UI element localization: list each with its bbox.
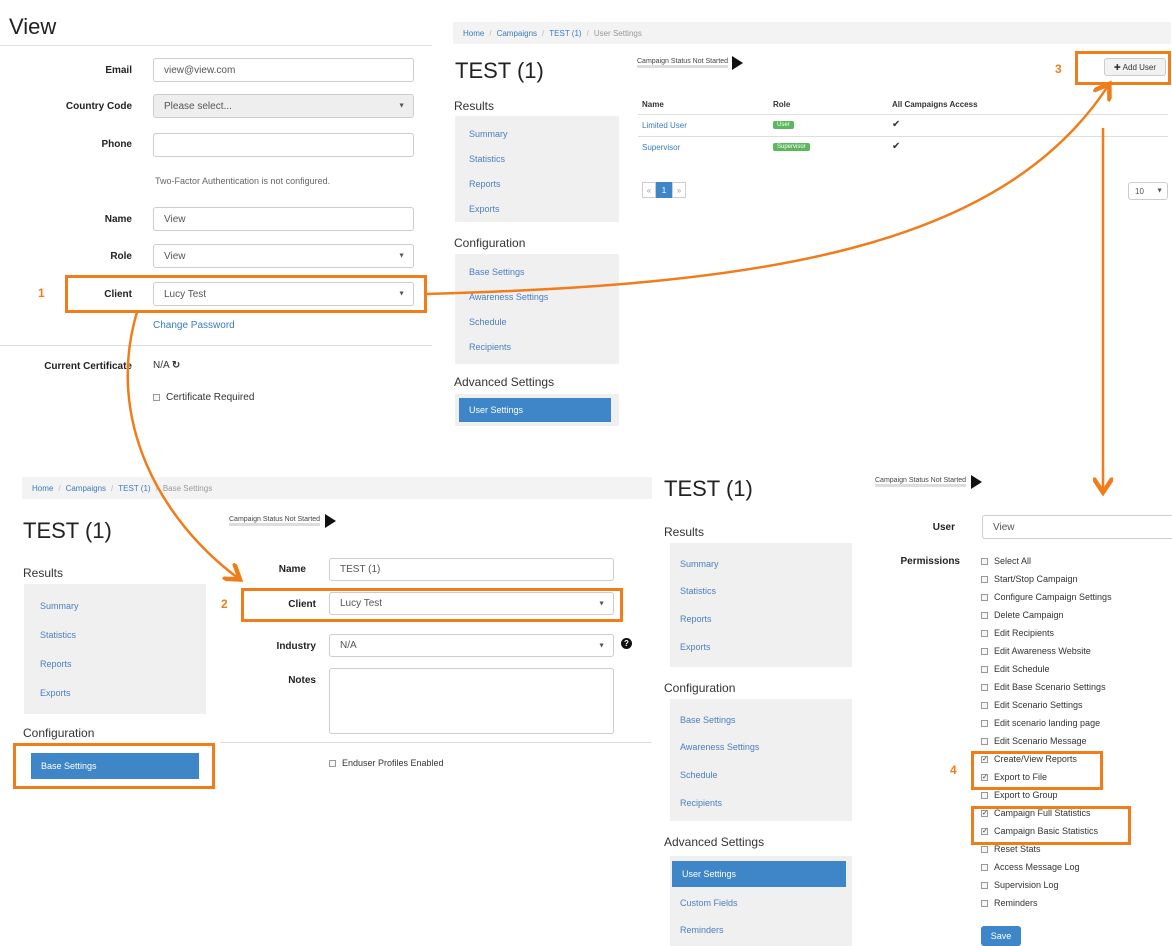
annotation-arrows (126, 0, 1172, 946)
highlight-base-settings (13, 743, 215, 789)
arrow-client-to-add-user (424, 86, 1108, 296)
annotation-number: 3 (1055, 62, 1062, 76)
highlight-report-permissions (971, 751, 1103, 790)
highlight-statistics-permissions (971, 806, 1131, 845)
highlight-client-user (65, 275, 427, 313)
highlight-add-user (1075, 51, 1171, 85)
annotation-number: 4 (950, 763, 957, 777)
highlight-client-campaign (241, 588, 623, 622)
annotation-number: 2 (221, 597, 228, 611)
arrow-client-to-base-client (126, 311, 238, 578)
annotation-number: 1 (38, 286, 45, 300)
